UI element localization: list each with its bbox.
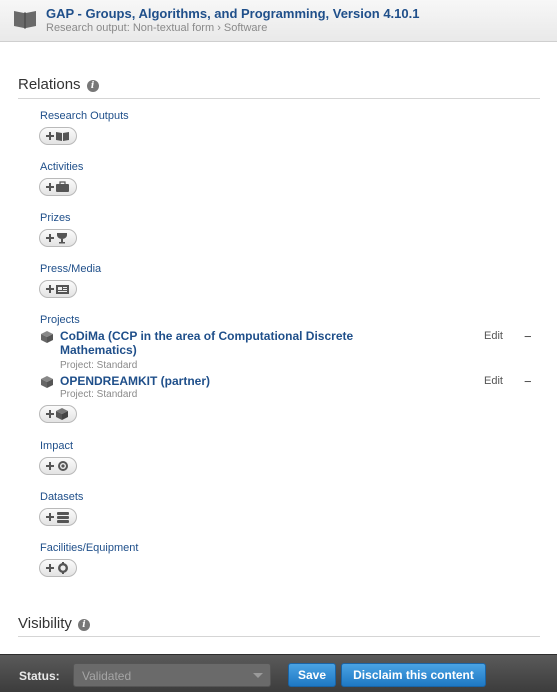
page-title: GAP - Groups, Algorithms, and Programmin… bbox=[46, 6, 420, 21]
info-icon[interactable]: i bbox=[86, 80, 99, 92]
project-link[interactable]: OPENDREAMKIT (partner) bbox=[60, 374, 420, 388]
add-press-media-button[interactable] bbox=[39, 280, 77, 298]
add-briefcase-icon bbox=[46, 181, 69, 192]
prizes-label: Prizes bbox=[40, 212, 71, 224]
cube-icon bbox=[40, 330, 54, 349]
visibility-heading: Visibility i bbox=[18, 615, 90, 632]
breadcrumb: Research output: Non-textual form › Soft… bbox=[46, 22, 268, 34]
relations-heading: Relations i bbox=[18, 76, 99, 93]
add-cube-icon bbox=[46, 408, 68, 420]
content-header: GAP - Groups, Algorithms, and Programmin… bbox=[0, 0, 557, 42]
status-label: Status: bbox=[19, 669, 60, 683]
add-book-icon bbox=[46, 132, 69, 141]
chevron-down-icon bbox=[253, 673, 263, 678]
divider bbox=[18, 98, 540, 99]
add-gear-icon bbox=[46, 562, 68, 574]
project-item: CoDiMa (CCP in the area of Computational… bbox=[40, 329, 540, 371]
save-button[interactable]: Save bbox=[288, 663, 336, 687]
add-facility-button[interactable] bbox=[39, 559, 77, 577]
press-media-label: Press/Media bbox=[40, 263, 102, 275]
add-activity-button[interactable] bbox=[39, 178, 77, 196]
project-item: OPENDREAMKIT (partner) Project: Standard… bbox=[40, 374, 540, 402]
open-book-icon bbox=[13, 8, 37, 35]
datasets-label: Datasets bbox=[40, 491, 84, 503]
project-link[interactable]: CoDiMa (CCP in the area of Computational… bbox=[60, 329, 420, 357]
info-icon[interactable]: i bbox=[77, 619, 90, 631]
status-select[interactable]: Validated bbox=[73, 663, 271, 687]
add-newspaper-icon bbox=[46, 285, 69, 294]
add-prize-button[interactable] bbox=[39, 229, 77, 247]
impact-label: Impact bbox=[40, 440, 74, 452]
disclaim-button[interactable]: Disclaim this content bbox=[341, 663, 486, 687]
add-database-icon bbox=[46, 512, 69, 523]
activities-label: Activities bbox=[40, 161, 84, 173]
project-type: Project: Standard bbox=[60, 389, 138, 400]
status-value: Validated bbox=[82, 669, 132, 683]
relations-title: Relations bbox=[18, 76, 81, 93]
divider bbox=[18, 636, 540, 637]
action-bar: Status: Validated Save Disclaim this con… bbox=[0, 654, 557, 692]
research-outputs-label: Research Outputs bbox=[40, 110, 129, 122]
projects-label: Projects bbox=[40, 314, 80, 326]
add-trophy-icon bbox=[46, 233, 67, 244]
facilities-equipment-label: Facilities/Equipment bbox=[40, 542, 139, 554]
add-project-button[interactable] bbox=[39, 405, 77, 423]
add-impact-button[interactable] bbox=[39, 457, 77, 475]
cube-icon bbox=[40, 375, 54, 394]
visibility-title: Visibility bbox=[18, 615, 72, 632]
add-target-icon bbox=[46, 461, 68, 471]
remove-button[interactable]: − bbox=[524, 329, 532, 344]
project-type: Project: Standard bbox=[60, 360, 138, 371]
add-research-output-button[interactable] bbox=[39, 127, 77, 145]
add-dataset-button[interactable] bbox=[39, 508, 77, 526]
edit-link[interactable]: Edit bbox=[484, 375, 503, 387]
remove-button[interactable]: − bbox=[524, 374, 532, 389]
edit-link[interactable]: Edit bbox=[484, 330, 503, 342]
